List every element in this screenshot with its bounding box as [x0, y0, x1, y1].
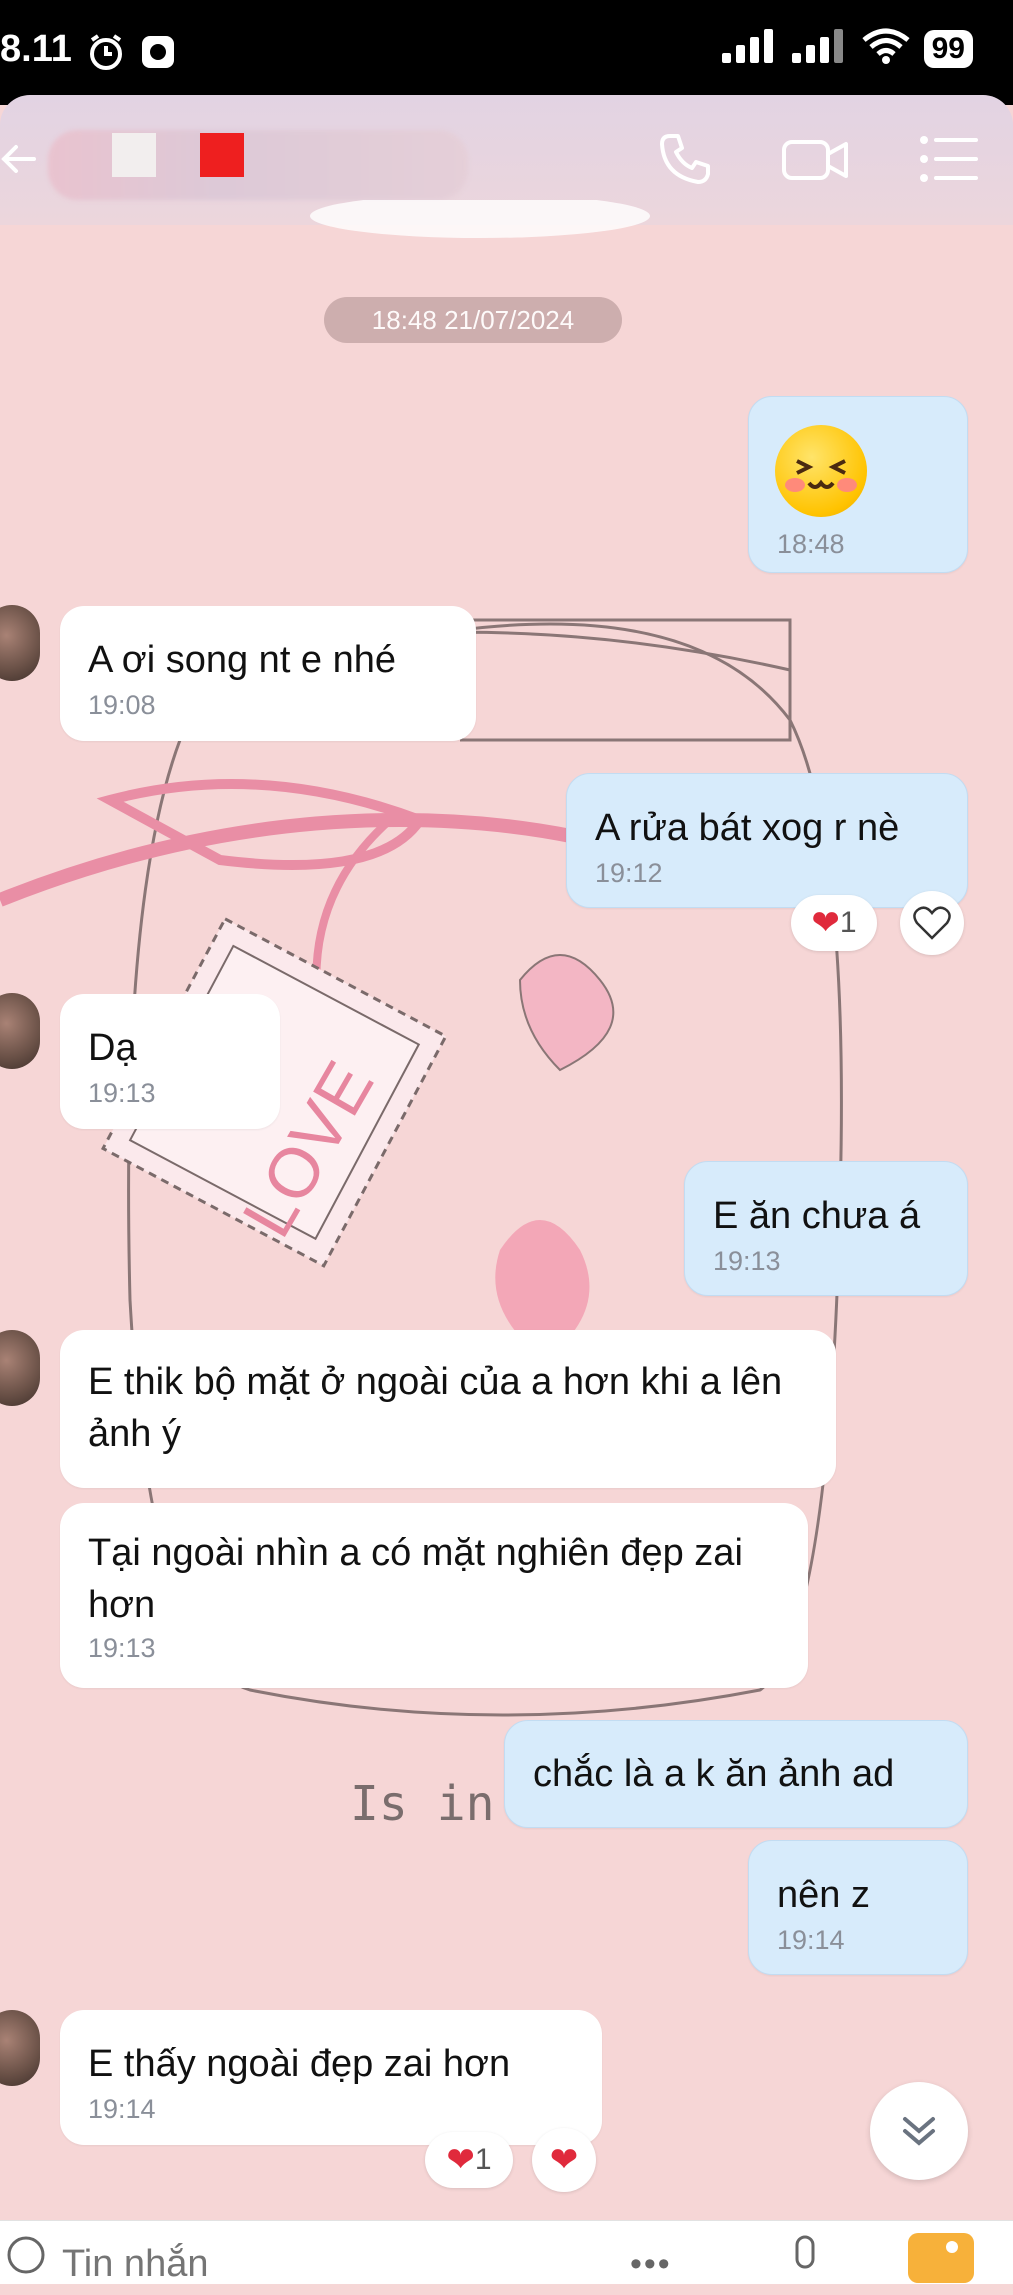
phone-icon[interactable] — [656, 130, 714, 193]
redaction-block — [112, 133, 156, 177]
message-bubble-outgoing[interactable]: E ăn chưa á 19:13 — [684, 1161, 968, 1296]
app-icon — [140, 34, 176, 75]
status-bar: 8.11 99 — [0, 0, 1013, 105]
message-text: Tại ngoài nhìn a có mặt nghiên đẹp zai h… — [88, 1532, 743, 1626]
message-time: 18:48 — [777, 529, 845, 559]
avatar[interactable] — [0, 2010, 40, 2086]
message-time: 19:14 — [777, 1925, 845, 1955]
signal-icon — [791, 29, 848, 68]
heart-outline-icon — [913, 906, 951, 940]
signal-icon — [721, 29, 778, 68]
emoji-sticker: 😊 — [775, 425, 867, 517]
react-button[interactable] — [900, 891, 964, 955]
message-time: 19:13 — [88, 1078, 156, 1108]
message-bubble-outgoing[interactable]: chắc là a k ăn ảnh ad — [504, 1720, 968, 1828]
emoji-icon[interactable] — [6, 2235, 46, 2280]
message-bubble-incoming[interactable]: Tại ngoài nhìn a có mặt nghiên đẹp zai h… — [60, 1503, 808, 1688]
wifi-icon — [862, 28, 910, 69]
message-text: Dạ — [88, 1027, 137, 1069]
avatar[interactable] — [0, 605, 40, 681]
message-bubble-incoming[interactable]: A ơi song nt e nhé 19:08 — [60, 606, 476, 741]
message-bubble-incoming[interactable]: E thik bộ mặt ở ngoài của a hơn khi a lê… — [60, 1330, 836, 1488]
battery-indicator: 99 — [923, 29, 973, 68]
message-input[interactable] — [60, 2233, 564, 2295]
microphone-icon[interactable] — [790, 2235, 820, 2290]
message-text: E thấy ngoài đẹp zai hơn — [88, 2043, 511, 2085]
message-text: E ăn chưa á — [713, 1195, 921, 1237]
heart-icon: ❤ — [811, 904, 840, 942]
heart-icon: ❤ — [446, 2141, 475, 2179]
message-time: 19:13 — [88, 1633, 156, 1663]
message-bubble-incoming[interactable]: Dạ 19:13 — [60, 994, 280, 1129]
message-bubble-outgoing[interactable]: nên z 19:14 — [748, 1840, 968, 1975]
contact-name-redacted[interactable] — [48, 130, 468, 200]
avatar[interactable] — [0, 993, 40, 1069]
more-icon[interactable]: ••• — [630, 2245, 672, 2284]
redaction-block — [200, 133, 244, 177]
message-text: A ơi song nt e nhé — [88, 639, 397, 681]
message-bubble-outgoing[interactable]: 😊 18:48 — [748, 396, 968, 573]
date-separator: 18:48 21/07/2024 — [324, 297, 622, 343]
avatar[interactable] — [0, 1330, 40, 1406]
reaction-badge[interactable]: ❤ 1 — [791, 895, 877, 951]
alarm-icon — [86, 32, 126, 77]
message-time: 19:14 — [88, 2094, 156, 2124]
message-time: 19:08 — [88, 690, 156, 720]
scroll-to-bottom-button[interactable] — [870, 2082, 968, 2180]
reaction-count: 1 — [474, 2143, 492, 2176]
heart-icon: ❤ — [549, 2141, 579, 2179]
react-button[interactable]: ❤ — [532, 2128, 596, 2192]
back-arrow-icon[interactable] — [0, 139, 40, 184]
double-chevron-down-icon — [903, 2117, 935, 2146]
message-text: nên z — [777, 1874, 870, 1916]
message-time: 19:12 — [595, 858, 663, 888]
message-text: E thik bộ mặt ở ngoài của a hơn khi a lê… — [88, 1361, 783, 1455]
message-text: chắc là a k ăn ảnh ad — [533, 1753, 895, 1795]
message-bubble-incoming[interactable]: E thấy ngoài đẹp zai hơn 19:14 — [60, 2010, 602, 2145]
status-time: 8.11 — [0, 28, 72, 70]
gallery-icon[interactable] — [906, 2231, 976, 2290]
message-bubble-outgoing[interactable]: A rửa bát xog r nè 19:12 — [566, 773, 968, 908]
menu-icon[interactable] — [918, 130, 980, 193]
reaction-badge[interactable]: ❤ 1 — [425, 2132, 513, 2188]
reaction-count: 1 — [839, 906, 857, 939]
message-text: A rửa bát xog r nè — [595, 807, 900, 849]
video-call-icon[interactable] — [780, 130, 852, 193]
message-time: 19:13 — [713, 1246, 781, 1276]
message-composer: ••• — [0, 2220, 1013, 2295]
